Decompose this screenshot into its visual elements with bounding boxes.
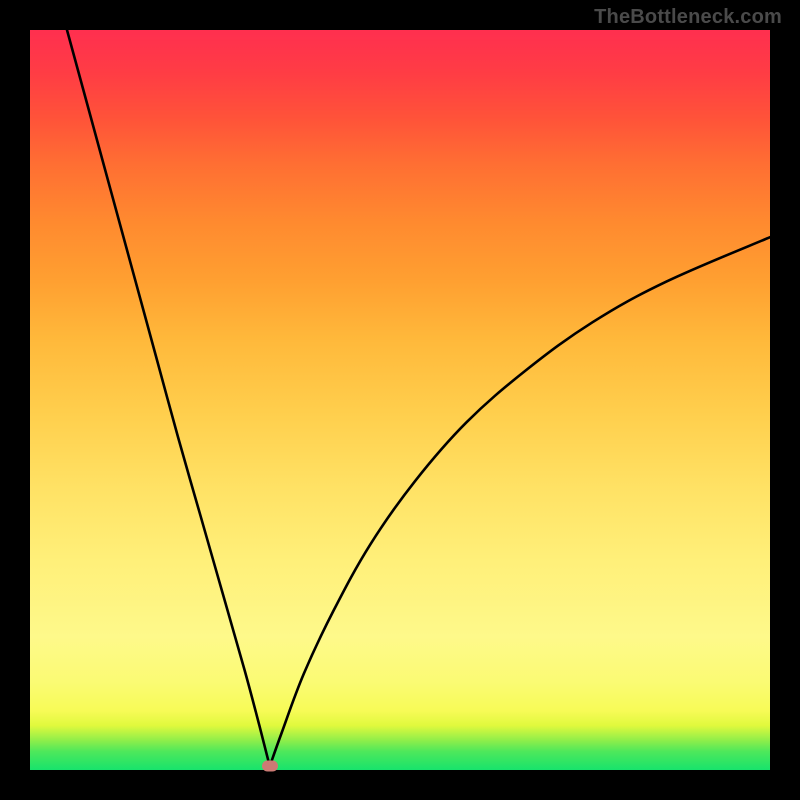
cusp-marker: [262, 761, 278, 772]
curve-svg: [30, 30, 770, 770]
chart-frame: TheBottleneck.com: [0, 0, 800, 800]
plot-area: [30, 30, 770, 770]
bottleneck-curve: [67, 30, 770, 766]
credit-watermark: TheBottleneck.com: [594, 6, 782, 29]
